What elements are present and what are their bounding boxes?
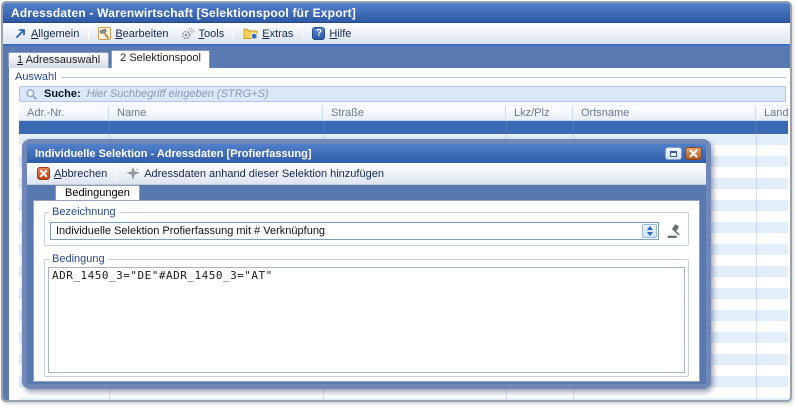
dialog-toolbar: Abbrechen Adressdaten anhand dieser Sele…	[27, 163, 706, 185]
menu-hilfe[interactable]: ? Hilfe	[306, 26, 357, 41]
search-input[interactable]: Hier Suchbegriff eingeben (STRG+S)	[87, 88, 269, 100]
search-label: Suche:	[44, 88, 81, 100]
table-row-selected[interactable]	[19, 121, 788, 134]
chevron-down-icon	[647, 232, 653, 236]
auswahl-groupbox-label: Auswahl	[15, 70, 786, 83]
column-header[interactable]: Ortsname	[573, 106, 756, 120]
close-icon	[689, 149, 698, 158]
dialog-title: Individuelle Selektion - Adressdaten [Pr…	[35, 148, 311, 160]
toolbar-separator	[88, 26, 89, 41]
main-toolbar: Allgemein Bearbeiten T	[3, 23, 790, 46]
restore-icon	[670, 151, 677, 157]
gears-icon	[181, 27, 195, 40]
window-title: Adressdaten - Warenwirtschaft [Selektion…	[11, 6, 356, 20]
column-header[interactable]: Land	[756, 106, 788, 120]
help-icon: ?	[312, 27, 325, 40]
bezeichnung-label: Bezeichnung	[49, 206, 119, 219]
toolbar-separator	[233, 26, 234, 41]
bedingung-label: Bedingung	[49, 253, 108, 266]
tab-adressauswahl[interactable]: 1 Adressauswahl	[8, 52, 109, 68]
toolbar-separator	[116, 166, 117, 181]
abbrechen-button[interactable]: Abbrechen	[31, 166, 113, 181]
menu-bearbeiten[interactable]: Bearbeiten	[92, 26, 174, 41]
column-header[interactable]: Straße	[323, 106, 506, 120]
grid-line	[756, 121, 757, 400]
chevron-up-icon	[647, 226, 653, 230]
cancel-icon	[37, 167, 50, 180]
column-header[interactable]: Lkz/Plz	[506, 106, 573, 120]
add-selection-button[interactable]: Adressdaten anhand dieser Selektion hinz…	[120, 166, 390, 181]
close-button[interactable]	[685, 147, 702, 160]
arrow-ne-icon	[14, 27, 27, 40]
menu-tools[interactable]: Tools	[175, 26, 231, 41]
gavel-icon[interactable]	[666, 224, 683, 239]
dialog-tabrow: Bedingungen	[33, 185, 700, 200]
bedingung-textarea[interactable]: ADR_1450_3="DE"#ADR_1450_3="AT"	[48, 267, 685, 373]
table-header-row: Adr.-Nr.NameStraßeLkz/PlzOrtsnameLand	[19, 105, 788, 121]
window-titlebar: Adressdaten - Warenwirtschaft [Selektion…	[3, 3, 790, 23]
add-selection-icon	[126, 167, 140, 180]
hammer-icon	[98, 27, 111, 40]
combobox-spinner[interactable]	[642, 224, 657, 238]
restore-button[interactable]	[665, 147, 682, 160]
bezeichnung-groupbox: Bezeichnung Individuelle Selektion Profi…	[44, 212, 689, 246]
toolbar-separator	[302, 26, 303, 41]
dialog-content: Bedingungen Bezeichnung Individuelle Sel…	[27, 185, 706, 384]
bedingungen-page: Bezeichnung Individuelle Selektion Profi…	[33, 200, 700, 382]
search-bar[interactable]: Suche: Hier Suchbegriff eingeben (STRG+S…	[19, 86, 786, 102]
tab-bedingungen[interactable]: Bedingungen	[55, 185, 140, 200]
search-icon	[25, 88, 38, 101]
menu-allgemein[interactable]: Allgemein	[8, 26, 85, 41]
bezeichnung-combobox[interactable]: Individuelle Selektion Profierfassung mi…	[50, 222, 659, 240]
main-tabband: 1 Adressauswahl 2 Selektionspool	[3, 46, 790, 68]
menu-extras[interactable]: Extras	[237, 26, 299, 41]
bezeichnung-value: Individuelle Selektion Profierfassung mi…	[52, 225, 642, 237]
dialog-titlebar: Individuelle Selektion - Adressdaten [Pr…	[27, 144, 706, 163]
bedingung-groupbox: Bedingung ADR_1450_3="DE"#ADR_1450_3="AT…	[44, 259, 689, 377]
column-header[interactable]: Name	[109, 106, 323, 120]
column-header[interactable]: Adr.-Nr.	[19, 106, 109, 120]
folder-icon	[243, 27, 258, 40]
individuelle-selektion-dialog: Individuelle Selektion - Adressdaten [Pr…	[22, 139, 711, 389]
table-row[interactable]	[19, 398, 788, 400]
tab-selektionspool[interactable]: 2 Selektionspool	[111, 50, 210, 68]
